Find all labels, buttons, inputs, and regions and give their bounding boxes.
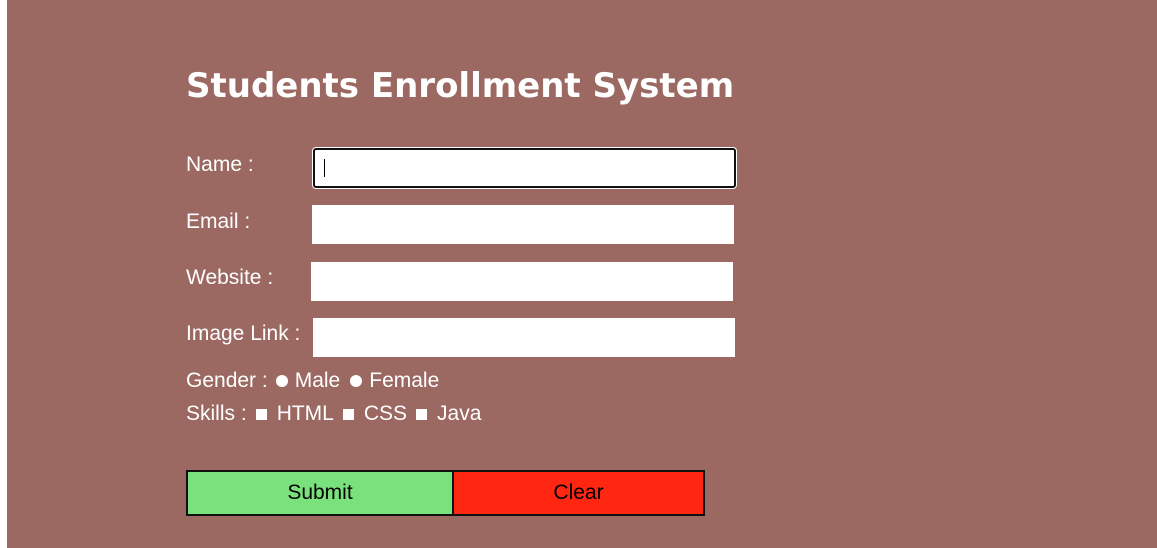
email-label: Email :	[186, 210, 251, 233]
java-label: Java	[437, 402, 482, 425]
female-radio[interactable]	[350, 375, 363, 387]
html-label: HTML	[276, 402, 334, 425]
website-label: Website :	[186, 266, 274, 289]
male-label: Male	[294, 369, 341, 392]
submit-button[interactable]: Submit	[186, 470, 454, 516]
text-caret	[324, 159, 325, 177]
skills-row: Skills : HTML CSS Java	[186, 402, 481, 426]
html-checkbox[interactable]	[255, 408, 267, 420]
name-input[interactable]	[313, 148, 736, 188]
name-label: Name :	[186, 153, 254, 176]
css-label: CSS	[363, 402, 408, 425]
form-panel: Students Enrollment System Name : Email …	[7, 0, 1157, 548]
css-checkbox[interactable]	[342, 408, 354, 420]
email-input[interactable]	[312, 205, 734, 244]
page-title: Students Enrollment System	[186, 66, 735, 106]
image-link-label: Image Link :	[186, 322, 301, 345]
female-label: Female	[369, 369, 440, 392]
clear-button[interactable]: Clear	[452, 470, 705, 516]
gender-row: Gender : Male Female	[186, 369, 439, 393]
gender-label: Gender :	[186, 369, 268, 392]
java-checkbox[interactable]	[416, 408, 428, 420]
website-input[interactable]	[311, 262, 733, 301]
male-radio[interactable]	[275, 375, 288, 387]
skills-label: Skills :	[186, 402, 247, 425]
image-link-input[interactable]	[313, 318, 735, 357]
